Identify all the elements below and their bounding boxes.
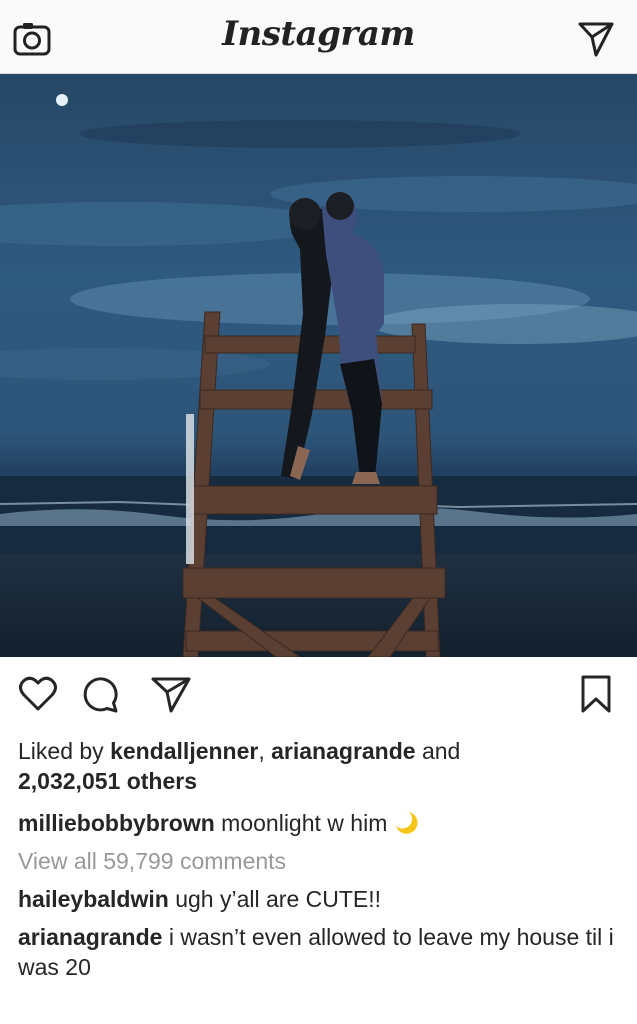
caption-username[interactable]: milliebobbybrown: [18, 810, 215, 836]
liker-username[interactable]: kendalljenner: [110, 738, 258, 764]
comment-item: haileybaldwin ugh y’all are CUTE!!: [18, 884, 618, 914]
comment-username[interactable]: arianagrande: [18, 924, 162, 950]
likes-prefix: Liked by: [18, 738, 111, 764]
view-all-comments-link[interactable]: View all 59,799 comments: [18, 846, 618, 876]
comment-icon[interactable]: [80, 674, 120, 714]
comment-item: arianagrande i wasn’t even allowed to le…: [18, 922, 618, 982]
app-logo: Instagram: [222, 14, 415, 54]
comment-text: ugh y’all are CUTE!!: [168, 886, 382, 912]
caption-text: moonlight w him: [214, 810, 388, 836]
post-image: [0, 74, 637, 657]
likes-and: and: [415, 738, 461, 764]
paper-plane-icon[interactable]: [577, 18, 615, 58]
liker-username[interactable]: arianagrande: [271, 738, 415, 764]
post-caption: milliebobbybrown moonlight w him: [18, 808, 618, 838]
comment-username[interactable]: haileybaldwin: [18, 886, 169, 912]
share-icon[interactable]: [150, 674, 192, 714]
crescent-moon-icon: [396, 812, 418, 834]
app-header: Instagram: [0, 0, 637, 74]
likes-count[interactable]: 2,032,051 others: [18, 768, 197, 794]
post-details: Liked by kendalljenner, arianagrande and…: [18, 736, 618, 982]
likes-summary: Liked by kendalljenner, arianagrande and…: [18, 736, 618, 796]
likes-separator: ,: [258, 738, 272, 764]
heart-icon[interactable]: [18, 674, 58, 714]
bookmark-icon[interactable]: [579, 674, 613, 714]
post-photo[interactable]: [0, 74, 637, 657]
post-actions: [0, 664, 637, 724]
